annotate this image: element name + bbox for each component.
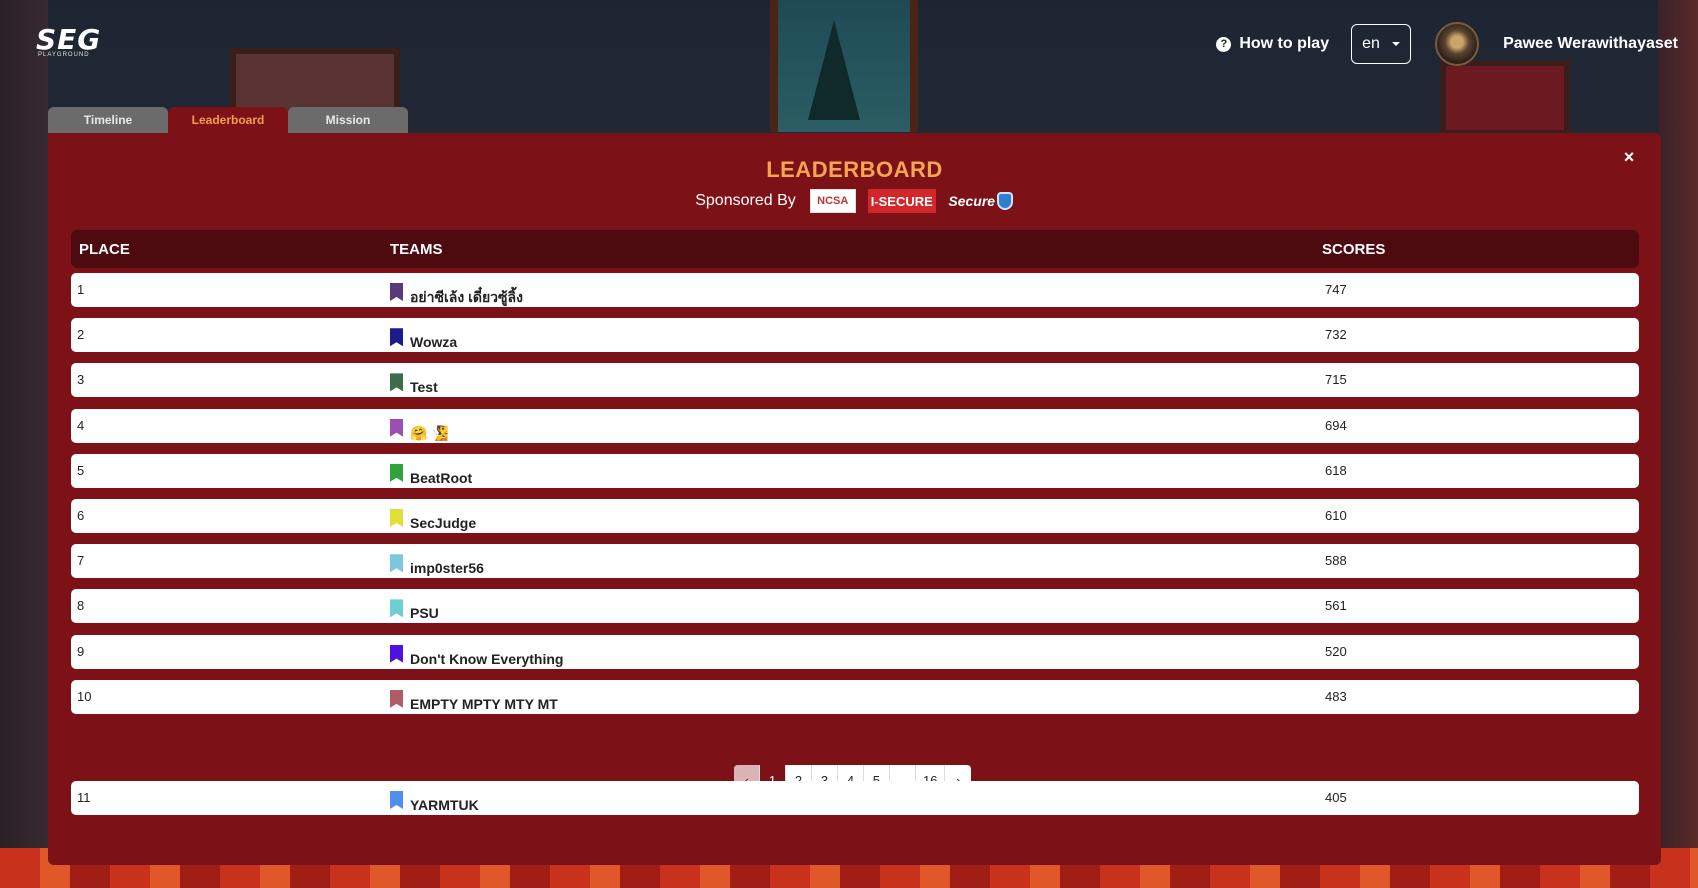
chevron-down-icon: [1392, 42, 1401, 46]
row-place: 2: [77, 327, 85, 343]
background-tree: [808, 20, 860, 120]
row-team: Test: [390, 367, 438, 395]
table-row[interactable]: 5 BeatRoot 618: [71, 453, 1639, 488]
logo-text: SEG: [36, 23, 102, 56]
row-team-name: PSU: [410, 605, 439, 622]
row-place: 7: [77, 553, 85, 569]
row-score: 715: [1325, 372, 1347, 388]
row-team: SecJudge: [390, 503, 476, 531]
own-team-row[interactable]: 11 YARMTUK 405: [71, 781, 1639, 815]
column-teams: TEAMS: [390, 241, 443, 258]
row-score: 520: [1325, 643, 1347, 659]
question-circle-icon: ?: [1216, 36, 1232, 52]
table-row[interactable]: 2 Wowza 732: [71, 318, 1639, 353]
row-score: 483: [1325, 688, 1347, 704]
table-row[interactable]: 6 SecJudge 610: [71, 499, 1639, 533]
row-team-name: Wowza: [410, 334, 458, 351]
tab-leaderboard[interactable]: Leaderboard: [168, 107, 288, 133]
flag-icon: [390, 689, 403, 708]
table-row[interactable]: 1 อย่าซีเล้ง เดี๋ยวซู้ลิ้ง 747: [71, 273, 1639, 307]
flag-icon: [390, 599, 403, 618]
view-tabs: Timeline Leaderboard Mission: [48, 107, 408, 133]
flag-icon: [390, 791, 403, 809]
row-team: PSU: [390, 593, 439, 621]
sponsored-by-label: Sponsored By: [695, 192, 796, 209]
how-to-play-label: How to play: [1239, 35, 1330, 52]
table-header: PLACE TEAMS SCORES: [71, 230, 1639, 268]
table-row[interactable]: 4 🤗 🧏 694: [71, 408, 1639, 443]
logo-subtext: PLAYGROUND: [38, 52, 90, 58]
background-wall-left: [0, 0, 48, 888]
row-team: 🤗 🧏: [390, 413, 449, 441]
flag-icon: [390, 554, 403, 573]
row-place: 1: [77, 282, 85, 297]
row-score: 610: [1325, 508, 1347, 523]
row-team: Wowza: [390, 322, 457, 350]
language-value: en: [1362, 35, 1380, 52]
sponsor-bar: Sponsored By NCSA I-SECURE Secure: [48, 189, 1661, 213]
background-picture-frame-right: [1440, 60, 1570, 136]
flag-icon: [390, 509, 403, 527]
username[interactable]: Pawee Werawithayaset: [1503, 35, 1678, 53]
leaderboard-panel: × LEADERBOARD Sponsored By NCSA I-SECURE…: [48, 133, 1661, 865]
avatar[interactable]: [1435, 22, 1480, 66]
row-score: 588: [1325, 553, 1347, 569]
ncsa-logo: NCSA: [809, 189, 856, 213]
row-team: YARMTUK: [390, 785, 479, 813]
how-to-play-link[interactable]: ? How to play: [1216, 35, 1329, 53]
row-team-name: YARMTUK: [410, 797, 479, 813]
column-place: PLACE: [79, 241, 130, 258]
row-place: 11: [77, 790, 91, 805]
row-team-name: imp0ster56: [410, 560, 484, 577]
secure-d-logo: Secure: [947, 189, 1014, 213]
flag-icon: [390, 644, 403, 663]
row-place: 3: [77, 372, 85, 388]
row-score: 732: [1325, 327, 1347, 343]
row-place: 10: [77, 688, 92, 704]
column-scores: SCORES: [1322, 241, 1386, 258]
flag-icon: [390, 463, 403, 482]
row-team-name: Don't Know Everything: [410, 650, 564, 667]
row-team-name: Test: [410, 379, 438, 396]
row-team: BeatRoot: [390, 458, 472, 486]
isecure-logo: I-SECURE: [867, 189, 936, 213]
flag-icon: [390, 283, 403, 301]
row-place: 6: [77, 508, 85, 523]
tab-timeline[interactable]: Timeline: [48, 107, 168, 133]
row-place: 9: [77, 643, 85, 659]
leaderboard-title: LEADERBOARD: [766, 157, 943, 182]
row-score: 561: [1325, 598, 1347, 614]
flag-icon: [390, 328, 403, 347]
row-score: 694: [1325, 417, 1347, 433]
table-row[interactable]: 9 Don't Know Everything 520: [71, 634, 1639, 669]
background-wall-right: [1658, 0, 1698, 888]
shield-icon: [997, 192, 1014, 210]
row-score: 747: [1325, 282, 1347, 297]
table-row[interactable]: 7 imp0ster56 588: [71, 544, 1639, 579]
row-team-name: EMPTY MPTY MTY MT: [410, 695, 558, 712]
flag-icon: [390, 418, 403, 437]
row-score: 618: [1325, 462, 1347, 478]
row-team-name: SecJudge: [410, 515, 477, 531]
table-row[interactable]: 10 EMPTY MPTY MTY MT 483: [71, 679, 1639, 714]
row-team-name: 🤗 🧏: [410, 424, 449, 441]
row-team: Don't Know Everything: [390, 639, 563, 667]
row-team-name: อย่าซีเล้ง เดี๋ยวซู้ลิ้ง: [410, 289, 523, 305]
table-row[interactable]: 8 PSU 561: [71, 589, 1639, 624]
row-score: 405: [1325, 790, 1347, 805]
tab-mission[interactable]: Mission: [288, 107, 408, 133]
row-team: EMPTY MPTY MTY MT: [390, 684, 558, 712]
flag-icon: [390, 373, 403, 392]
header-actions: ? How to play en Pawee Werawithayaset: [1216, 22, 1678, 66]
seg-logo[interactable]: SEG PLAYGROUND: [36, 26, 126, 60]
row-team-name: BeatRoot: [410, 469, 473, 486]
language-select[interactable]: en: [1351, 24, 1412, 64]
row-place: 8: [77, 598, 85, 614]
row-place: 4: [77, 417, 85, 433]
table-row[interactable]: 3 Test 715: [71, 363, 1639, 398]
row-team: imp0ster56: [390, 548, 484, 576]
secure-logo-text: Secure: [948, 193, 996, 209]
row-place: 5: [77, 462, 85, 478]
row-team: อย่าซีเล้ง เดี๋ยวซู้ลิ้ง: [390, 277, 523, 305]
